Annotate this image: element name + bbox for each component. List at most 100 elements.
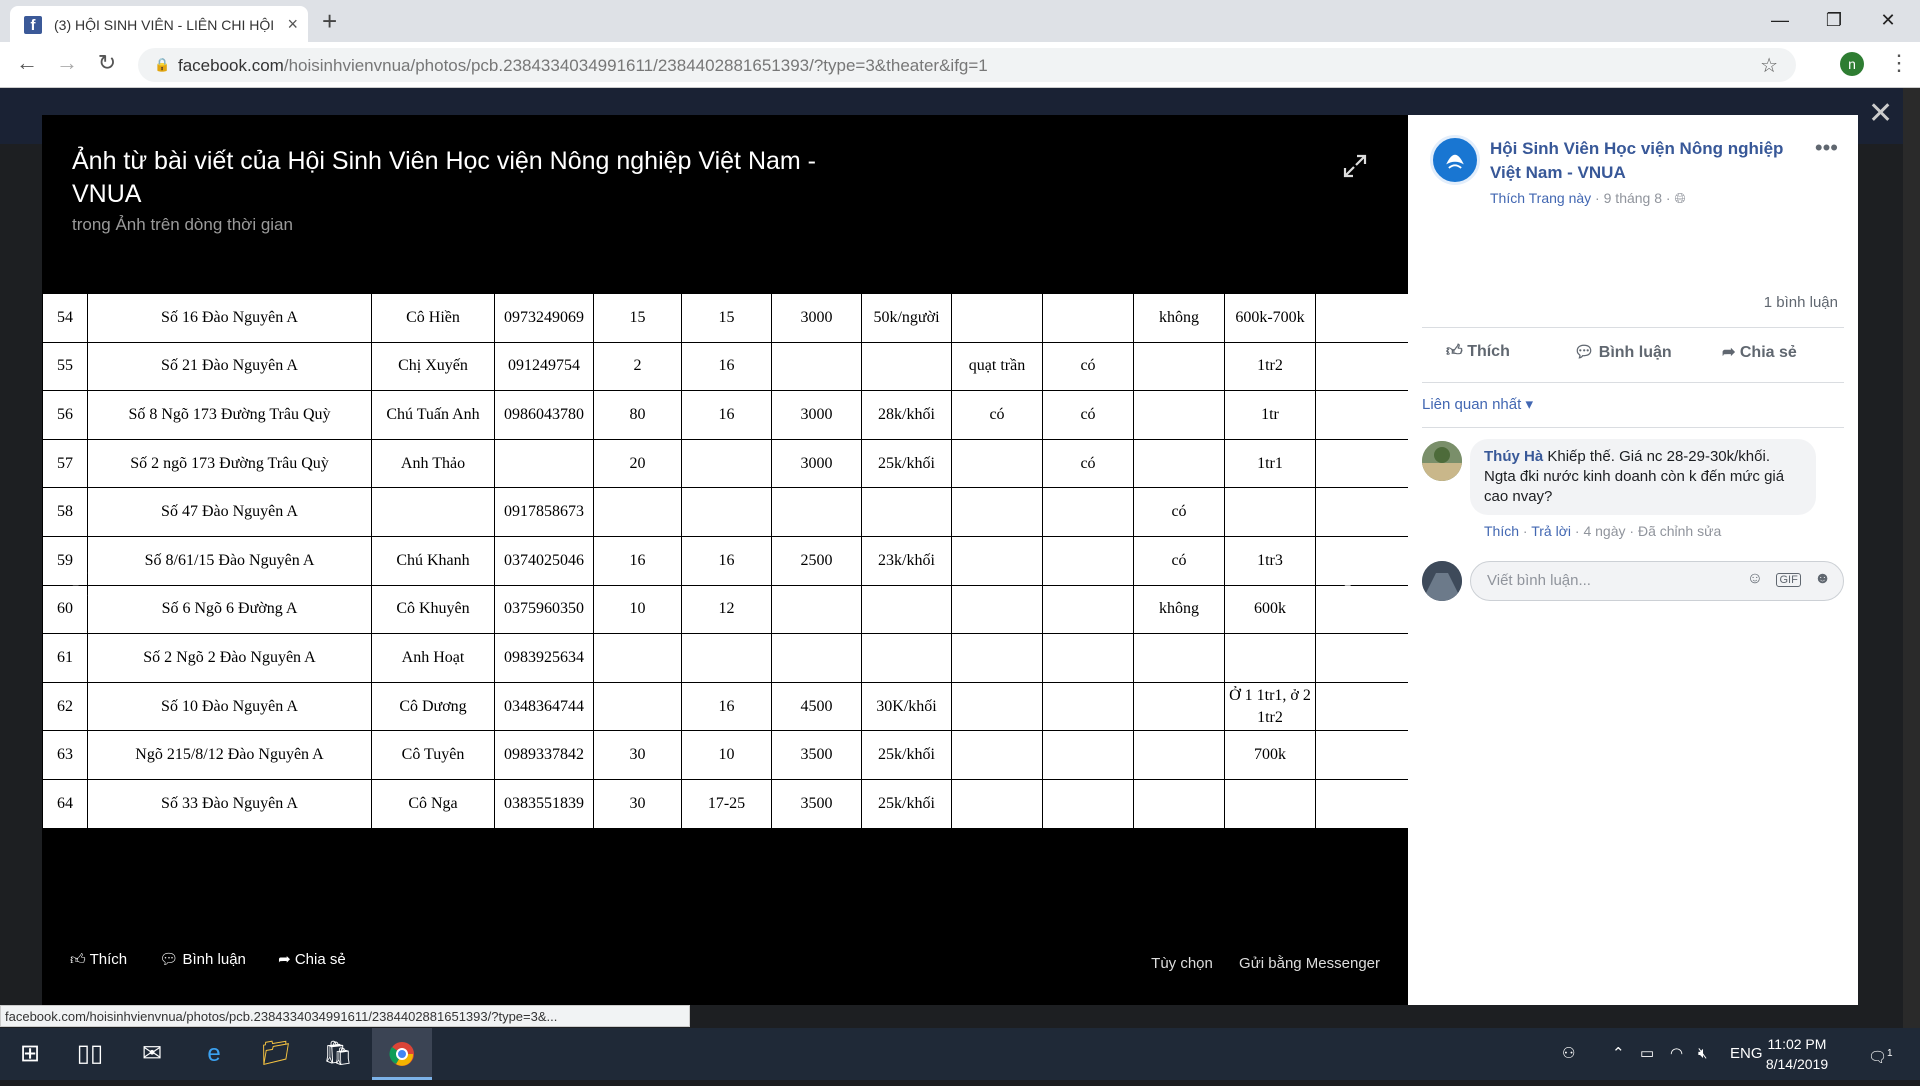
table-cell: 63 bbox=[42, 730, 88, 780]
new-tab-icon[interactable]: + bbox=[322, 6, 337, 37]
volume-icon[interactable]: 🔇︎ bbox=[1698, 1028, 1707, 1080]
gif-icon[interactable]: GIF bbox=[1776, 573, 1801, 587]
browser-menu-icon[interactable]: ⋮ bbox=[1888, 50, 1910, 76]
table-cell bbox=[861, 584, 952, 635]
comment-like-link[interactable]: Thích bbox=[1484, 523, 1519, 539]
comment-edited[interactable]: Đã chỉnh sửa bbox=[1638, 523, 1721, 539]
windows-start-icon[interactable]: ⊞ bbox=[0, 1028, 60, 1080]
table-cell bbox=[771, 584, 862, 635]
table-cell bbox=[1133, 730, 1225, 780]
page-scrollbar[interactable] bbox=[1903, 88, 1920, 1028]
table-cell bbox=[1042, 535, 1134, 586]
messenger-link[interactable]: Gửi bằng Messenger bbox=[1239, 955, 1380, 972]
table-cell: có bbox=[1133, 487, 1225, 537]
page-logo[interactable] bbox=[1430, 135, 1480, 185]
table-row: 62 Số 10 Đào Nguyên A Cô Dương 0348364744 16… bbox=[42, 681, 1409, 732]
notifications-icon[interactable]: 🗨︎1 bbox=[1868, 1028, 1893, 1080]
commenter-avatar[interactable] bbox=[1422, 441, 1462, 481]
table-cell: Ở 1 1tr1, ở 2 1tr2 bbox=[1224, 681, 1316, 732]
comment-time[interactable]: 4 ngày bbox=[1583, 523, 1625, 539]
address-bar[interactable]: 🔒 facebook.com/hoisinhvienvnua/photos/pc… bbox=[138, 48, 1796, 82]
table-cell bbox=[1133, 633, 1225, 683]
table-cell: Số 8 Ngõ 173 Đường Trâu Quỳ bbox=[87, 390, 372, 440]
like-button[interactable]: 👍︎ Thích bbox=[1446, 342, 1510, 361]
comment-input-icons: ☺ GIF ☻ bbox=[1747, 570, 1831, 588]
more-options-icon[interactable]: ••• bbox=[1815, 135, 1838, 161]
edge-icon[interactable]: e bbox=[184, 1028, 244, 1080]
share-button[interactable]: ➦ Chia sẻ bbox=[1722, 342, 1797, 362]
table-cell bbox=[861, 341, 952, 392]
close-tab-icon[interactable]: × bbox=[287, 14, 298, 34]
battery-icon[interactable]: ▭ bbox=[1640, 1028, 1654, 1080]
post-date[interactable]: 9 tháng 8 bbox=[1604, 190, 1662, 206]
table-cell: 16 bbox=[681, 341, 772, 392]
table-cell bbox=[1042, 293, 1134, 343]
table-cell: 3000 bbox=[771, 438, 862, 489]
table-cell: 20 bbox=[593, 438, 682, 489]
emoji-icon[interactable]: ☺ bbox=[1747, 570, 1763, 587]
close-window-icon[interactable]: ✕ bbox=[1860, 2, 1916, 38]
chrome-icon[interactable] bbox=[372, 1028, 432, 1080]
mail-icon[interactable]: ✉ bbox=[122, 1028, 182, 1080]
table-cell: 56 bbox=[42, 390, 88, 440]
theater-subtitle[interactable]: trong Ảnh trên dòng thời gian bbox=[72, 215, 293, 235]
task-view-icon[interactable]: ▯▯ bbox=[60, 1028, 120, 1080]
comment-reply-link[interactable]: Trả lời bbox=[1531, 523, 1571, 539]
clock-time: 11:02 PM bbox=[1767, 1036, 1827, 1052]
like-page-link[interactable]: Thích Trang này bbox=[1490, 190, 1591, 206]
lock-icon: 🔒 bbox=[154, 57, 171, 72]
url-text: facebook.com/hoisinhvienvnua/photos/pcb.… bbox=[178, 56, 988, 75]
table-cell: 0973249069 bbox=[494, 293, 594, 343]
file-explorer-icon[interactable]: 📁︎ bbox=[246, 1028, 306, 1080]
table-cell: 80 bbox=[593, 390, 682, 440]
comment-sort-dropdown[interactable]: Liên quan nhất ▾ bbox=[1422, 395, 1533, 413]
options-link[interactable]: Tùy chọn bbox=[1151, 955, 1213, 972]
expand-icon[interactable] bbox=[1342, 153, 1368, 179]
table-cell bbox=[1315, 341, 1409, 392]
table-cell: 16 bbox=[681, 390, 772, 440]
facebook-icon: f bbox=[24, 16, 42, 34]
page-name-link[interactable]: Hội Sinh Viên Học viện Nông nghiệp Việt … bbox=[1490, 137, 1800, 185]
table-cell: 54 bbox=[42, 293, 88, 343]
table-cell: 15 bbox=[681, 293, 772, 343]
table-cell: Cô Nga bbox=[371, 778, 495, 829]
table-cell bbox=[951, 681, 1043, 732]
store-icon[interactable]: 🛍︎ bbox=[308, 1028, 368, 1080]
table-cell: 2500 bbox=[771, 535, 862, 586]
close-theater-icon[interactable]: ✕ bbox=[1868, 96, 1893, 131]
reload-icon[interactable]: ↻ bbox=[92, 50, 122, 76]
table-cell bbox=[371, 487, 495, 537]
wifi-icon[interactable]: ◠ bbox=[1670, 1028, 1683, 1080]
table-cell bbox=[1224, 487, 1316, 537]
status-url: facebook.com/hoisinhvienvnua/photos/pcb.… bbox=[0, 1005, 690, 1027]
table-cell: 10 bbox=[681, 730, 772, 780]
table-cell bbox=[1315, 390, 1409, 440]
theater-share-button[interactable]: ➦ Chia sẻ bbox=[278, 950, 346, 968]
table-cell: 1tr bbox=[1224, 390, 1316, 440]
comment-button[interactable]: 💬︎ Bình luận bbox=[1574, 342, 1672, 362]
sticker-icon[interactable]: ☻ bbox=[1814, 570, 1831, 587]
theater-like-button[interactable]: 👍︎ Thích bbox=[70, 951, 127, 969]
back-icon[interactable]: ← bbox=[12, 50, 42, 76]
theater-comment-button[interactable]: 💬︎ Bình luận bbox=[159, 950, 246, 968]
comment-count[interactable]: 1 bình luận bbox=[1764, 294, 1838, 311]
minimize-icon[interactable]: — bbox=[1752, 2, 1808, 38]
browser-tab[interactable]: f (3) HỘI SINH VIÊN - LIÊN CHI HỘI × bbox=[10, 6, 308, 42]
tray-chevron-icon[interactable]: ⌃ bbox=[1612, 1028, 1625, 1080]
comment-input[interactable]: Viết bình luận... ☺ GIF ☻ bbox=[1470, 561, 1844, 601]
system-clock[interactable]: 11:02 PM 8/14/2019 bbox=[1752, 1034, 1842, 1074]
bookmark-star-icon[interactable]: ☆ bbox=[1760, 53, 1778, 78]
comment-author[interactable]: Thúy Hà bbox=[1484, 448, 1543, 465]
profile-avatar[interactable]: n bbox=[1840, 52, 1864, 76]
table-cell: 0983925634 bbox=[494, 633, 594, 683]
forward-icon[interactable]: → bbox=[52, 50, 82, 76]
table-cell: 1tr1 bbox=[1224, 438, 1316, 489]
table-cell bbox=[951, 487, 1043, 537]
table-cell: Anh Hoạt bbox=[371, 633, 495, 683]
next-photo-icon[interactable]: › bbox=[1338, 540, 1358, 609]
post-side-panel: Hội Sinh Viên Học viện Nông nghiệp Việt … bbox=[1408, 115, 1858, 1005]
people-icon[interactable]: ⚇ bbox=[1562, 1028, 1575, 1080]
theater-title: Ảnh từ bài viết của Hội Sinh Viên Học vi… bbox=[72, 147, 817, 208]
restore-icon[interactable]: ❐ bbox=[1806, 2, 1862, 38]
previous-photo-icon[interactable]: ‹ bbox=[70, 545, 90, 614]
